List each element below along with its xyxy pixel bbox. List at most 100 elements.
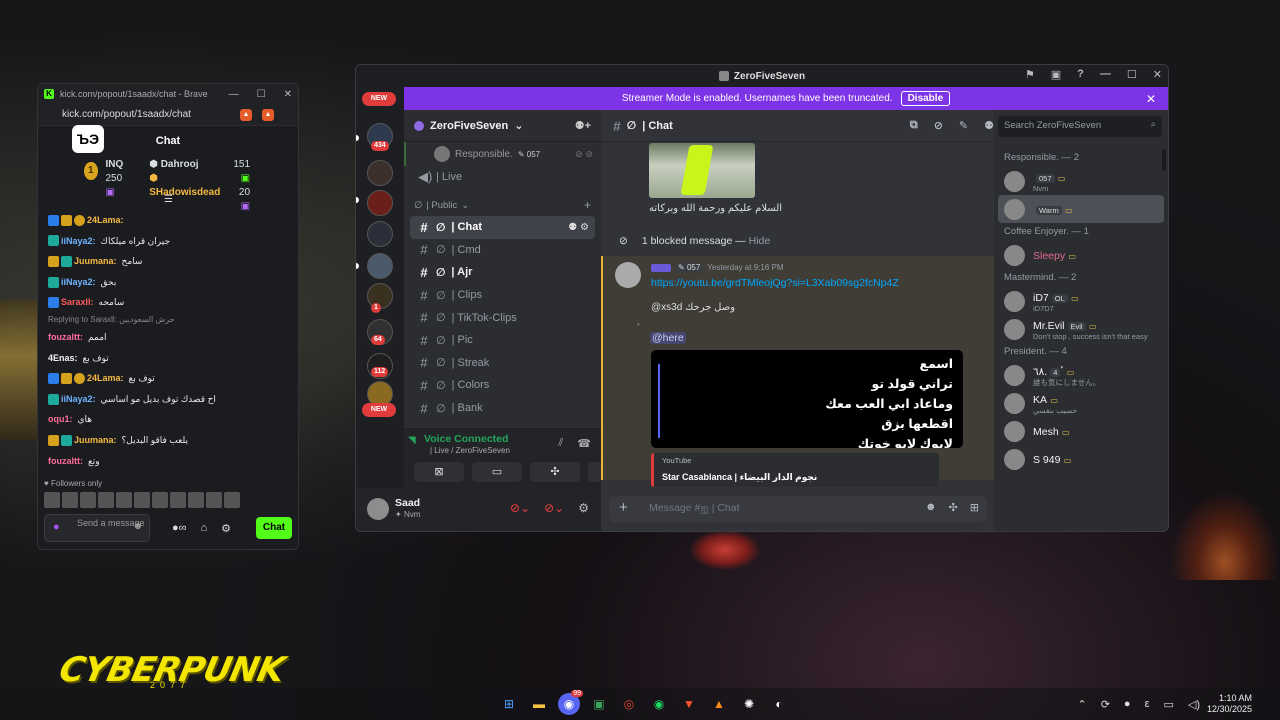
- gif-image[interactable]: [649, 143, 755, 198]
- server-icon[interactable]: [367, 190, 393, 216]
- sync-icon[interactable]: ⟳: [1101, 698, 1110, 711]
- user-name[interactable]: Saad: [395, 497, 420, 509]
- member-item[interactable]: Mesh ▭: [994, 417, 1168, 445]
- kick-channel-logo[interactable]: ЪЭ: [72, 125, 104, 153]
- camera-off-button[interactable]: ⊠: [414, 462, 464, 482]
- language-icon[interactable]: ε: [1145, 698, 1150, 711]
- member-item[interactable]: Warm ▭: [998, 195, 1164, 223]
- disable-streamer-mode-button[interactable]: Disable: [900, 91, 951, 106]
- channel-settings-icon[interactable]: ⚉ ⚙: [568, 222, 589, 233]
- channel-item[interactable]: # ∅ | Ajr: [410, 261, 595, 284]
- maximize-icon[interactable]: ☐: [257, 89, 266, 100]
- maximize-icon[interactable]: ☐: [1127, 68, 1137, 81]
- explorer-icon[interactable]: ▬: [528, 693, 550, 715]
- channel-item[interactable]: # ∅ | Bank: [410, 397, 595, 420]
- add-channel-icon[interactable]: +: [584, 198, 591, 212]
- kick-message-input[interactable]: ● Send a message ☻: [44, 514, 150, 542]
- screen-share-button[interactable]: ▭: [472, 462, 522, 482]
- help-icon[interactable]: ?: [1077, 68, 1084, 81]
- brave-shield-icon[interactable]: ▲: [240, 108, 252, 121]
- channel-item[interactable]: # ∅ | Chat ⚉ ⚙: [410, 216, 595, 239]
- chat-username[interactable]: 4Enas:: [48, 348, 78, 369]
- server-header[interactable]: ZeroFiveSeven ⌄ ⚉+: [404, 110, 601, 142]
- close-icon[interactable]: ✕: [1153, 68, 1162, 81]
- noise-suppression-icon[interactable]: ⫽: [558, 437, 563, 450]
- member-item[interactable]: 057 ▭ Nvm: [994, 167, 1168, 195]
- flag-icon[interactable]: ⚑: [1025, 68, 1035, 81]
- hide-blocked-button[interactable]: Hide: [749, 235, 771, 247]
- member-item[interactable]: S 949 ▭: [994, 445, 1168, 473]
- start-icon[interactable]: ⊞: [498, 693, 520, 715]
- channel-item[interactable]: # ∅ | Pic: [410, 329, 595, 352]
- apps-icon[interactable]: ✣: [949, 501, 958, 514]
- member-item[interactable]: Sleepy ▭: [994, 241, 1168, 269]
- server-icon[interactable]: [367, 221, 393, 247]
- inbox-icon[interactable]: ▣: [1051, 68, 1061, 81]
- pin-icon[interactable]: ✎: [959, 119, 968, 132]
- chat-username[interactable]: fouzaltt:: [48, 451, 83, 472]
- tip-icon[interactable]: ●∞: [172, 522, 187, 535]
- member-item[interactable]: KA ▭ حسيب بنفسي: [994, 389, 1168, 417]
- discord-icon[interactable]: ◉ 99: [558, 690, 583, 715]
- here-mention[interactable]: @here: [650, 332, 686, 344]
- chat-username[interactable]: 24Lama:: [87, 368, 124, 389]
- channel-item[interactable]: # ∅ | Cmd: [410, 239, 595, 262]
- kick-address-bar[interactable]: kick.com/popout/1saadx/chat ▲ ▲: [38, 104, 298, 126]
- minimize-icon[interactable]: —: [229, 89, 239, 100]
- voice-member[interactable]: Responsible. ✎ 057 ⊘ ⊘: [404, 142, 601, 166]
- store-icon[interactable]: ⌂: [201, 522, 208, 535]
- member-item[interactable]: ٴ٦٨.4 ▭ 誰も気にしません。: [994, 361, 1168, 389]
- emoji-icon[interactable]: ☻: [925, 501, 937, 514]
- pinned-toggle-icon[interactable]: ☰: [164, 194, 173, 205]
- voice-channel-live[interactable]: ◀) | Live: [410, 166, 595, 188]
- add-attachment-icon[interactable]: +: [619, 499, 628, 516]
- gift-icon[interactable]: ⊞: [970, 501, 979, 514]
- chat-username[interactable]: iiNaya2:: [61, 231, 96, 252]
- send-chat-button[interactable]: Chat: [256, 517, 292, 539]
- channel-item[interactable]: # ∅ | Clips: [410, 284, 595, 307]
- close-icon[interactable]: ✕: [284, 89, 292, 100]
- emoji-icon[interactable]: ☻: [132, 522, 143, 532]
- terminal-icon[interactable]: ▣: [588, 693, 610, 715]
- mic-icon[interactable]: ●: [53, 522, 60, 533]
- member-item[interactable]: iD7 OL ▭ iD7D7: [994, 287, 1168, 315]
- chevron-up-icon[interactable]: ⌃: [1077, 698, 1086, 711]
- chat-username[interactable]: iiNaya2:: [61, 389, 96, 410]
- member-scrollbar[interactable]: [1162, 149, 1166, 171]
- mic-icon[interactable]: ●: [1124, 698, 1131, 711]
- volume-icon[interactable]: ◁): [1188, 698, 1200, 711]
- lb-user-2[interactable]: SHadowisdead: [149, 187, 220, 198]
- app-icon[interactable]: ▲: [708, 693, 730, 715]
- chat-username[interactable]: oqu1:: [48, 409, 73, 430]
- member-list-icon[interactable]: ⚉: [984, 119, 994, 132]
- search-input[interactable]: Search ZeroFiveSeven ⌕: [998, 116, 1162, 137]
- mic-muted-icon[interactable]: ⊘⌄: [510, 501, 530, 515]
- chat-username[interactable]: 24Lama:: [87, 210, 124, 231]
- category-public[interactable]: ∅ | Public ⌄ +: [404, 194, 601, 216]
- lb-user-1[interactable]: Dahrooj: [161, 159, 199, 170]
- youtube-embed[interactable]: YouTube Star Casablanca | نجوم الدار الب…: [651, 453, 939, 487]
- avatar[interactable]: [615, 262, 641, 288]
- channel-item[interactable]: # ∅ | TikTok-Clips: [410, 306, 595, 329]
- brave-icon[interactable]: ▼: [678, 693, 700, 715]
- author-name[interactable]: [651, 263, 671, 272]
- deafened-icon[interactable]: ⊘⌄: [544, 501, 564, 515]
- brave-rewards-icon[interactable]: ▲: [262, 108, 274, 121]
- spotify-icon[interactable]: ◉: [648, 693, 670, 715]
- member-item[interactable]: Mr.Evil Evil ▭ Don't stop , success isn't …: [994, 315, 1168, 343]
- settings-icon[interactable]: ⚙: [578, 501, 589, 515]
- voice-connected[interactable]: Voice Connected: [424, 433, 508, 445]
- message-input[interactable]: + Message #ஐ | Chat ☻ ✣ ⊞: [609, 496, 987, 522]
- minimize-icon[interactable]: —: [1100, 68, 1111, 81]
- settings-icon[interactable]: ⚙: [221, 522, 231, 535]
- activities-button[interactable]: ✣: [530, 462, 580, 482]
- notifications-icon[interactable]: ⊘: [934, 119, 943, 132]
- chat-username[interactable]: Saraxll:: [61, 292, 94, 313]
- chat-username[interactable]: Juumana:: [74, 430, 117, 451]
- avatar[interactable]: [367, 498, 389, 520]
- threads-icon[interactable]: ⧉: [910, 119, 918, 132]
- server-icon[interactable]: [367, 160, 393, 186]
- channel-item[interactable]: # ∅ | Colors: [410, 374, 595, 397]
- close-icon[interactable]: ✕: [1146, 92, 1156, 106]
- server-icon[interactable]: [367, 253, 393, 279]
